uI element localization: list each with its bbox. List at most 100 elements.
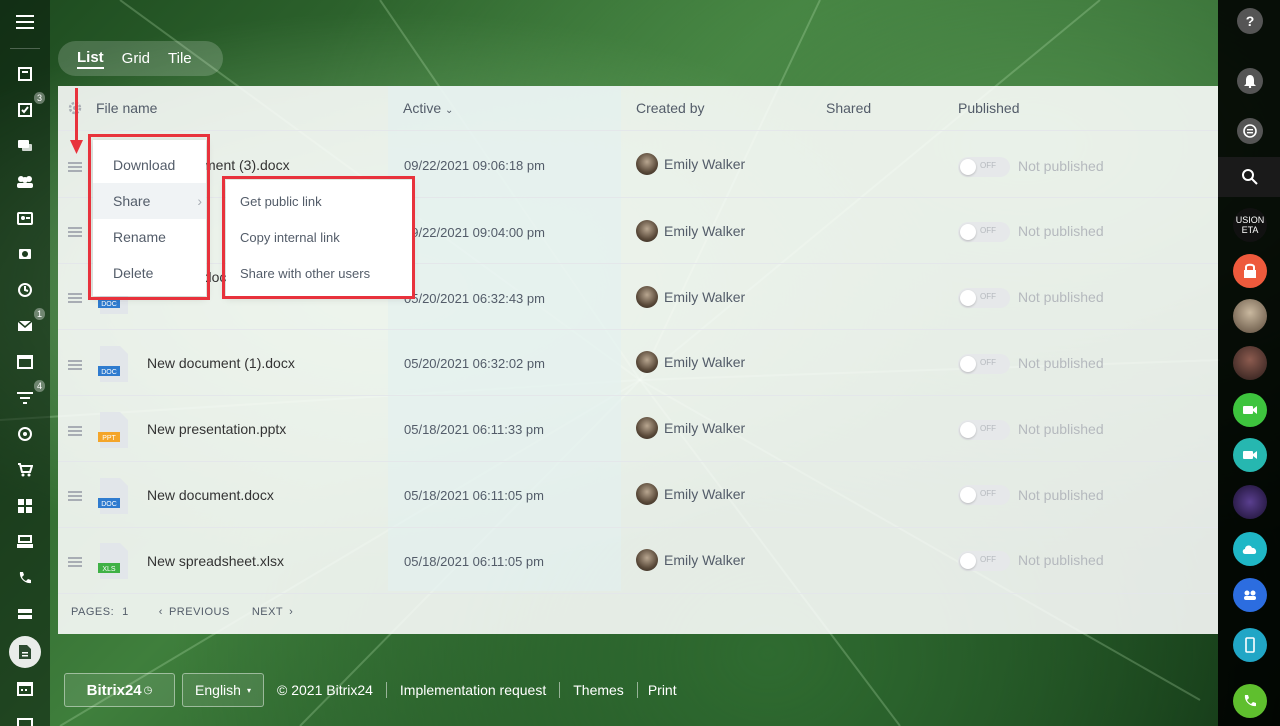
- open-channel-icon[interactable]: [1233, 578, 1267, 612]
- file-date: 09/22/2021 09:06:18 pm: [404, 158, 545, 173]
- group-chat-avatar[interactable]: [1233, 485, 1267, 519]
- header-shared[interactable]: Shared: [826, 100, 871, 116]
- cart-icon[interactable]: [13, 458, 37, 482]
- prev-chevron-icon[interactable]: ‹: [159, 606, 163, 618]
- publish-toggle[interactable]: OFF: [958, 420, 1010, 440]
- themes-link[interactable]: Themes: [573, 682, 624, 698]
- clock-icon[interactable]: [13, 278, 37, 302]
- row-menu-handle-icon[interactable]: [68, 489, 82, 503]
- menu-item-copy-internal-link[interactable]: Copy internal link: [226, 220, 412, 256]
- drive-icon[interactable]: [13, 602, 37, 626]
- menu-item-download[interactable]: Download: [93, 147, 206, 183]
- conference-icon[interactable]: [1233, 438, 1267, 472]
- file-name[interactable]: New spreadsheet.xlsx: [147, 553, 284, 569]
- avatar-user-2[interactable]: [1233, 346, 1267, 380]
- file-creator[interactable]: Emily Walker: [636, 351, 745, 373]
- mail-badge: 1: [33, 308, 45, 320]
- publish-status: Not published: [1018, 158, 1104, 174]
- annotation-arrow-icon: [70, 88, 83, 154]
- camera-icon[interactable]: [13, 242, 37, 266]
- menu-item-share-with-users[interactable]: Share with other users: [226, 256, 412, 292]
- header-published[interactable]: Published: [958, 100, 1020, 116]
- calendar-icon[interactable]: [13, 676, 37, 700]
- store-icon[interactable]: [13, 530, 37, 554]
- view-list-tab[interactable]: List: [77, 49, 104, 69]
- menu-item-delete[interactable]: Delete: [93, 255, 206, 291]
- table-row[interactable]: PPT New presentation.pptx 05/18/2021 06:…: [58, 396, 1218, 462]
- chat-list-icon[interactable]: [1237, 118, 1263, 144]
- menu-item-rename[interactable]: Rename: [93, 219, 206, 255]
- view-tile-tab[interactable]: Tile: [168, 50, 192, 67]
- table-row[interactable]: DOC New document (1).docx 05/20/2021 06:…: [58, 330, 1218, 396]
- call-icon[interactable]: [1233, 684, 1267, 718]
- lock-icon[interactable]: [1233, 254, 1267, 288]
- next-button[interactable]: NEXT: [252, 606, 283, 618]
- file-creator[interactable]: Emily Walker: [636, 483, 745, 505]
- chat-icon[interactable]: [13, 134, 37, 158]
- window-icon[interactable]: [13, 350, 37, 374]
- file-name[interactable]: New document (1).docx: [147, 355, 295, 371]
- file-name[interactable]: ment (3).docx: [204, 157, 290, 173]
- publish-toggle[interactable]: OFF: [958, 222, 1010, 242]
- row-menu-handle-icon[interactable]: [68, 358, 82, 372]
- row-menu-handle-icon[interactable]: [68, 424, 82, 438]
- search-icon[interactable]: [1233, 160, 1267, 194]
- feed-icon[interactable]: [13, 62, 37, 86]
- phone-icon[interactable]: [13, 566, 37, 590]
- table-row[interactable]: DOC New document.docx 05/18/2021 06:11:0…: [58, 462, 1218, 528]
- row-menu-handle-icon[interactable]: [68, 555, 82, 569]
- publish-toggle[interactable]: OFF: [958, 485, 1010, 505]
- tasks-icon[interactable]: 3: [13, 92, 45, 122]
- company-logo[interactable]: USION ETA: [1233, 208, 1267, 242]
- video-call-icon[interactable]: [1233, 393, 1267, 427]
- file-creator[interactable]: Emily Walker: [636, 549, 745, 571]
- avatar: [636, 549, 658, 571]
- table-row[interactable]: XLS New spreadsheet.xlsx 05/18/2021 06:1…: [58, 528, 1218, 594]
- header-active[interactable]: Active ⌄: [403, 100, 453, 116]
- header-created-by[interactable]: Created by: [636, 100, 704, 116]
- avatar-user-1[interactable]: [1233, 299, 1267, 333]
- bell-icon[interactable]: [1237, 68, 1263, 94]
- bitrix24-logo-button[interactable]: Bitrix24 ◷: [64, 673, 175, 707]
- row-menu-handle-icon[interactable]: [68, 225, 82, 239]
- header-file-name[interactable]: File name: [96, 100, 157, 116]
- creator-name: Emily Walker: [664, 552, 746, 568]
- cloud-icon[interactable]: [1233, 532, 1267, 566]
- mobile-icon[interactable]: [1233, 628, 1267, 662]
- view-grid-tab[interactable]: Grid: [122, 50, 150, 67]
- svg-text:DOC: DOC: [101, 369, 117, 376]
- more-icon[interactable]: [13, 710, 37, 726]
- submenu-chevron-icon: ›: [197, 193, 202, 209]
- menu-item-share[interactable]: Share ›: [93, 183, 206, 219]
- page-number[interactable]: 1: [122, 606, 129, 618]
- publish-toggle[interactable]: OFF: [958, 354, 1010, 374]
- help-icon[interactable]: ?: [1237, 8, 1263, 34]
- publish-status: Not published: [1018, 421, 1104, 437]
- menu-icon[interactable]: [13, 10, 37, 34]
- employees-icon[interactable]: [13, 170, 37, 194]
- contacts-icon[interactable]: [13, 206, 37, 230]
- file-creator[interactable]: Emily Walker: [636, 153, 745, 175]
- avatar: [636, 417, 658, 439]
- file-creator[interactable]: Emily Walker: [636, 286, 745, 308]
- publish-toggle[interactable]: OFF: [958, 551, 1010, 571]
- target-icon[interactable]: [13, 422, 37, 446]
- file-creator[interactable]: Emily Walker: [636, 220, 745, 242]
- file-name[interactable]: New document.docx: [147, 487, 274, 503]
- row-menu-handle-icon[interactable]: [68, 160, 82, 174]
- file-creator[interactable]: Emily Walker: [636, 417, 745, 439]
- previous-button[interactable]: PREVIOUS: [169, 606, 230, 618]
- implementation-request-link[interactable]: Implementation request: [400, 682, 546, 698]
- mail-icon[interactable]: 1: [13, 308, 45, 338]
- row-menu-handle-icon[interactable]: [68, 291, 82, 305]
- publish-toggle[interactable]: OFF: [958, 157, 1010, 177]
- next-chevron-icon[interactable]: ›: [289, 606, 293, 618]
- filter-icon[interactable]: 4: [13, 380, 45, 410]
- print-link[interactable]: Print: [648, 682, 677, 698]
- publish-toggle[interactable]: OFF: [958, 288, 1010, 308]
- apps-icon[interactable]: [13, 494, 37, 518]
- language-select[interactable]: English ▾: [182, 673, 264, 707]
- file-name[interactable]: New presentation.pptx: [147, 421, 286, 437]
- menu-item-get-public-link[interactable]: Get public link: [226, 184, 412, 220]
- documents-icon[interactable]: [9, 636, 41, 668]
